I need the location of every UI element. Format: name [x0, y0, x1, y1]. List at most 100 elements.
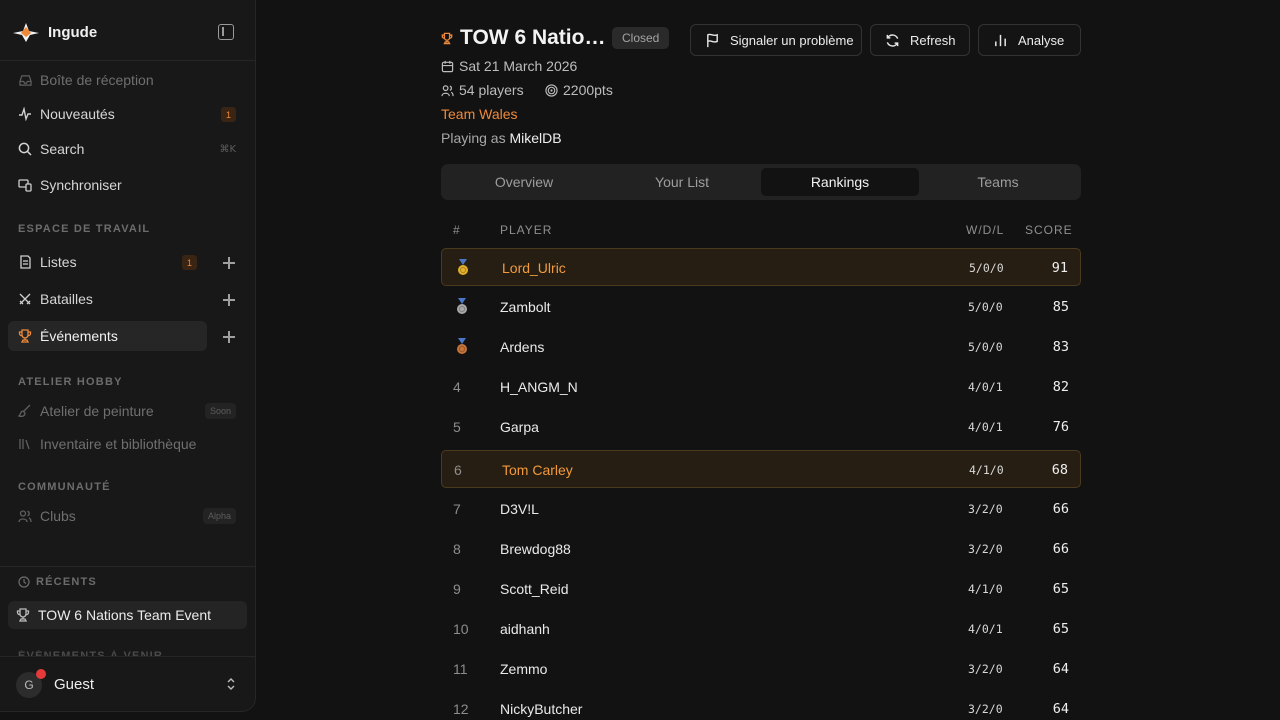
section-title-hobby: ATELIER HOBBY — [18, 376, 123, 388]
player-name[interactable]: Garpa — [500, 419, 539, 435]
gold-medal-icon — [455, 259, 471, 277]
sidebar-item-clubs[interactable]: Clubs Alpha — [8, 501, 246, 531]
notification-dot — [36, 669, 46, 679]
wdl-cell: 4/0/1 — [968, 622, 1003, 636]
table-row[interactable]: 4 H_ANGM_N 4/0/1 82 — [441, 368, 1081, 406]
player-name[interactable]: D3V!L — [500, 501, 539, 517]
report-problem-button[interactable]: Signaler un problème — [690, 24, 862, 56]
sidebar-item-label: Search — [40, 141, 85, 157]
sidebar-item-search[interactable]: Search ⌘K — [8, 134, 246, 164]
table-row[interactable]: 11 Zemmo 3/2/0 64 — [441, 650, 1081, 688]
player-name[interactable]: Tom Carley — [502, 462, 573, 478]
refresh-label: Refresh — [910, 32, 956, 48]
tab-rankings[interactable]: Rankings — [761, 168, 919, 196]
score-cell: 66 — [1052, 541, 1069, 557]
wdl-cell: 4/1/0 — [969, 463, 1004, 477]
add-list-icon[interactable] — [222, 256, 236, 270]
table-row[interactable]: 5 Garpa 4/0/1 76 — [441, 408, 1081, 446]
paintbrush-icon — [18, 404, 32, 418]
score-cell: 91 — [1051, 260, 1068, 276]
bronze-medal-icon — [454, 338, 470, 356]
rank-cell: 10 — [453, 621, 469, 637]
wdl-cell: 4/1/0 — [968, 582, 1003, 596]
add-battle-icon[interactable] — [222, 293, 236, 307]
table-row[interactable]: 6 Tom Carley 4/1/0 68 — [441, 450, 1081, 488]
score-cell: 66 — [1052, 501, 1069, 517]
sidebar-item-events[interactable]: Événements — [8, 321, 207, 351]
team-link[interactable]: Team Wales — [441, 106, 518, 122]
section-title-workspace: ESPACE DE TRAVAIL — [18, 223, 151, 235]
column-header-player: PLAYER — [500, 223, 553, 237]
devices-icon — [18, 178, 32, 192]
tab-your-list[interactable]: Your List — [603, 168, 761, 196]
tab-teams[interactable]: Teams — [919, 168, 1077, 196]
section-title-recents: RÉCENTS — [18, 576, 97, 588]
sidebar-item-paint[interactable]: Atelier de peinture Soon — [8, 396, 246, 426]
table-row[interactable]: 12 NickyButcher 3/2/0 64 — [441, 690, 1081, 720]
add-event-icon[interactable] — [222, 330, 236, 344]
rank-cell: 12 — [453, 701, 469, 717]
app-logo-icon[interactable] — [12, 20, 40, 44]
analyse-label: Analyse — [1018, 32, 1065, 48]
player-name[interactable]: Brewdog88 — [500, 541, 571, 557]
table-row[interactable]: Ardens 5/0/0 83 — [441, 328, 1081, 366]
wdl-cell: 5/0/0 — [969, 261, 1004, 275]
users-icon — [441, 84, 454, 97]
recent-item-event[interactable]: TOW 6 Nations Team Event — [8, 601, 247, 629]
wdl-cell: 5/0/0 — [968, 340, 1003, 354]
flag-icon — [704, 32, 720, 48]
refresh-button[interactable]: Refresh — [870, 24, 970, 56]
analyse-button[interactable]: Analyse — [978, 24, 1081, 56]
player-name[interactable]: H_ANGM_N — [500, 379, 578, 395]
score-cell: 83 — [1052, 339, 1069, 355]
player-name[interactable]: Zemmo — [500, 661, 547, 677]
clock-icon — [18, 576, 30, 588]
player-name[interactable]: aidhanh — [500, 621, 550, 637]
sidebar-item-label: Batailles — [40, 291, 93, 307]
sidebar-item-sync[interactable]: Synchroniser — [8, 170, 246, 200]
sidebar-item-inbox[interactable]: Boîte de réception — [8, 65, 246, 95]
rank-cell: 5 — [453, 419, 461, 435]
inbox-icon — [18, 73, 32, 87]
search-icon — [18, 142, 32, 156]
sidebar-item-label: Nouveautés — [40, 106, 115, 122]
player-name[interactable]: NickyButcher — [500, 701, 582, 717]
sidebar-item-label: Synchroniser — [40, 177, 122, 193]
table-row[interactable]: Lord_Ulric 5/0/0 91 — [441, 248, 1081, 286]
collapse-sidebar-icon[interactable] — [218, 24, 234, 40]
rank-cell: 6 — [454, 462, 462, 478]
calendar-icon — [441, 60, 454, 73]
sidebar-item-battles[interactable]: Batailles — [8, 284, 207, 314]
tab-bar: Overview Your List Rankings Teams — [441, 164, 1081, 200]
recents-label: RÉCENTS — [36, 576, 97, 588]
user-menu[interactable]: G Guest — [0, 656, 255, 711]
score-cell: 82 — [1052, 379, 1069, 395]
player-name[interactable]: Lord_Ulric — [502, 260, 566, 276]
sidebar-item-label: Boîte de réception — [40, 72, 154, 88]
swords-icon — [18, 292, 32, 306]
table-row[interactable]: 9 Scott_Reid 4/1/0 65 — [441, 570, 1081, 608]
divider — [0, 60, 255, 61]
table-row[interactable]: 8 Brewdog88 3/2/0 66 — [441, 530, 1081, 568]
event-title: TOW 6 Natio… — [460, 26, 606, 49]
player-name[interactable]: Scott_Reid — [500, 581, 568, 597]
sidebar-item-inventory[interactable]: Inventaire et bibliothèque — [8, 429, 246, 459]
tab-overview[interactable]: Overview — [445, 168, 603, 196]
silver-medal-icon — [454, 298, 470, 316]
table-row[interactable]: 10 aidhanh 4/0/1 65 — [441, 610, 1081, 648]
news-count-badge: 1 — [221, 107, 236, 122]
playing-as-prefix: Playing as — [441, 130, 506, 146]
sidebar-item-lists[interactable]: Listes 1 — [8, 247, 207, 277]
playing-as-name: MikelDB — [509, 130, 562, 146]
playing-as: Playing as MikelDB — [441, 130, 562, 146]
sidebar-item-news[interactable]: Nouveautés 1 — [8, 99, 246, 129]
table-row[interactable]: 7 D3V!L 3/2/0 66 — [441, 490, 1081, 528]
player-name[interactable]: Zambolt — [500, 299, 551, 315]
table-row[interactable]: Zambolt 5/0/0 85 — [441, 288, 1081, 326]
player-name[interactable]: Ardens — [500, 339, 544, 355]
wdl-cell: 3/2/0 — [968, 502, 1003, 516]
bar-chart-icon — [992, 32, 1008, 48]
users-icon — [18, 509, 32, 523]
wdl-cell: 3/2/0 — [968, 702, 1003, 716]
report-problem-label: Signaler un problème — [730, 32, 854, 48]
